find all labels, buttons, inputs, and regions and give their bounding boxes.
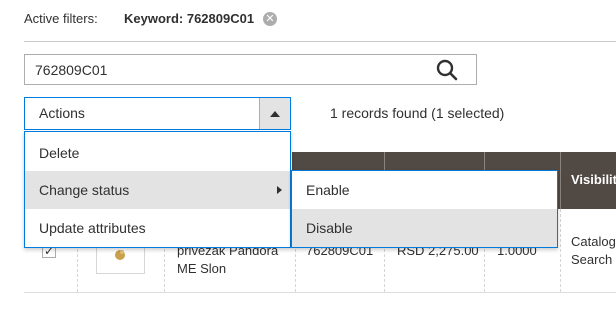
menu-item-label: Disable [306,220,353,236]
menu-item-delete[interactable]: Delete [25,134,290,172]
submenu-item-enable[interactable]: Enable [292,171,557,209]
menu-item-label: Enable [306,182,350,198]
divider [24,41,616,42]
records-found-text: 1 records found (1 selected) [330,105,505,121]
product-visibility-line2: Search [571,252,613,267]
active-filter-keyword: Keyword: 762809C01 [124,11,255,26]
grid-header-separator [560,152,561,209]
column-header-visibility[interactable]: Visibilit [571,172,616,187]
menu-item-label: Update attributes [39,220,146,236]
actions-menu: Delete Change status Update attributes [24,131,291,248]
menu-item-label: Delete [39,145,80,161]
menu-item-change-status[interactable]: Change status [25,171,290,209]
product-name-line2: ME Slon [177,261,227,276]
remove-filter-icon[interactable]: ✕ [263,12,277,26]
triangle-up-icon [270,111,280,117]
table-row-border [24,292,616,293]
product-visibility-line1: Catalog, [571,234,616,249]
search-icon [436,59,458,81]
submenu-item-disable[interactable]: Disable [292,209,557,247]
search-button[interactable] [430,56,464,84]
submenu-arrow-icon [277,186,282,194]
actions-select-label: Actions [39,105,85,121]
actions-toggle-button[interactable] [259,98,290,129]
change-status-submenu: Enable Disable [291,170,558,248]
column-divider [560,209,562,292]
search-input-value: 762809C01 [35,62,108,78]
menu-item-label: Change status [39,182,130,198]
active-filters-label: Active filters: [24,11,98,26]
menu-item-update-attributes[interactable]: Update attributes [25,209,290,247]
